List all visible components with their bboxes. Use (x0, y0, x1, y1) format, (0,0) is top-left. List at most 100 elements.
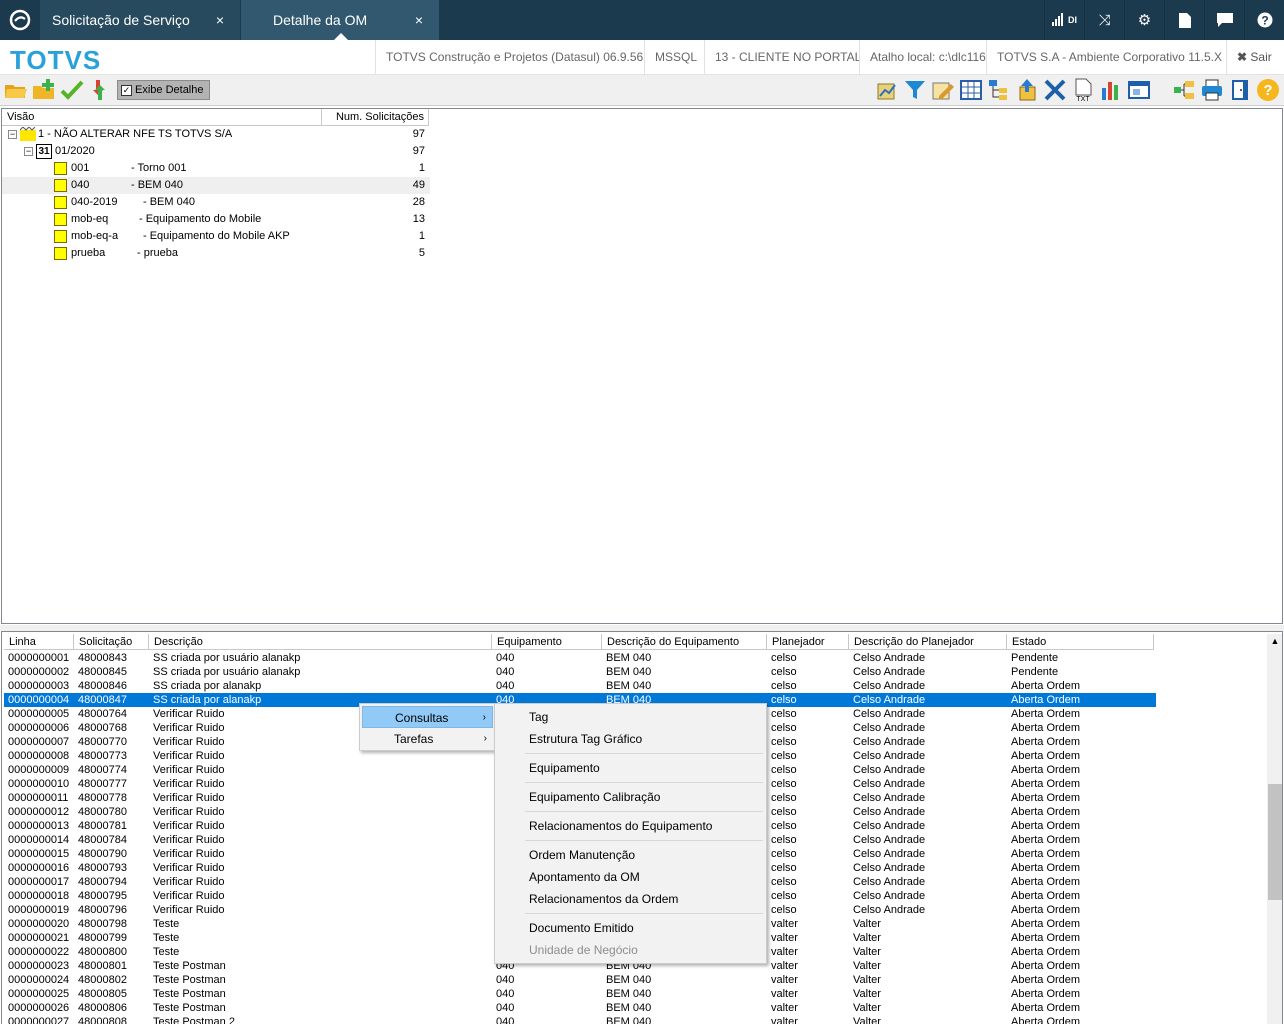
report-icon[interactable] (875, 78, 899, 102)
cell-descricao-planejador: Valter (853, 946, 881, 958)
column-header-estado[interactable]: Estado (1007, 634, 1154, 650)
cell-estado: Aberta Ordem (1011, 862, 1081, 874)
submenu-item[interactable]: Estrutura Tag Gráfico (497, 728, 764, 750)
tree-row[interactable]: mob-eq-a - Equipamento do Mobile AKP 1 (2, 228, 430, 245)
submenu-item[interactable]: Equipamento (497, 757, 764, 779)
column-header-descricao-planejador[interactable]: Descrição do Planejador (849, 634, 1007, 650)
chat-icon[interactable] (1204, 0, 1244, 40)
cell-solicitacao: 48000805 (78, 988, 127, 1000)
tree-row[interactable]: 040-2019 - BEM 040 28 (2, 194, 430, 211)
cell-estado: Aberta Ordem (1011, 988, 1081, 1000)
table-row[interactable]: 0000000026 48000806 Teste Postman 040 BEM 04… (4, 1001, 1156, 1015)
exit-door-icon[interactable] (1228, 78, 1252, 102)
column-header-visao[interactable]: Visão (2, 109, 322, 126)
sort-arrows-icon[interactable] (88, 78, 112, 102)
cell-estado: Aberta Ordem (1011, 820, 1081, 832)
table-row[interactable]: 0000000003 48000846 SS criada por alanakp 0… (4, 679, 1156, 693)
submenu-item[interactable]: Equipamento Calibração (497, 786, 764, 808)
tree-node-description: - BEM 040 (143, 196, 195, 208)
tree-structure-icon[interactable] (987, 78, 1011, 102)
submenu-item[interactable]: Relacionamentos da Ordem (497, 888, 764, 910)
cell-estado: Pendente (1011, 652, 1059, 664)
cell-estado: Aberta Ordem (1011, 834, 1081, 846)
table-row[interactable]: 0000000002 48000845 SS criada por usuário … (4, 665, 1156, 679)
edit-form-icon[interactable] (931, 78, 955, 102)
totvs-logo-icon[interactable] (0, 0, 40, 40)
export-upload-icon[interactable] (1015, 78, 1039, 102)
txt-export-icon[interactable]: TXT (1071, 78, 1095, 103)
hierarchy-icon[interactable] (1172, 78, 1196, 102)
submenu-item[interactable]: Tag (497, 706, 764, 728)
tab-label: Detalhe da OM (273, 12, 368, 28)
submenu-item[interactable]: Documento Emitido (497, 917, 764, 939)
column-header-num-solicitacoes[interactable]: Num. Solicitações (322, 109, 429, 126)
grid-table-icon[interactable] (959, 78, 983, 102)
cell-descricao: Verificar Ruido (153, 778, 225, 790)
table-row[interactable]: 0000000001 48000843 SS criada por usuário … (4, 651, 1156, 665)
tree-panel: Visão Num. Solicitações −1 - NÃO ALTERAR… (1, 108, 1283, 624)
cell-descricao-equipamento: BEM 040 (606, 680, 652, 692)
tab-label: Solicitação de Serviço (52, 12, 190, 28)
table-row[interactable]: 0000000027 48000808 Teste Postman 2 040 BEM … (4, 1015, 1156, 1024)
window-settings-icon[interactable] (1127, 78, 1151, 102)
close-icon[interactable]: × (415, 0, 423, 40)
help-icon[interactable]: ? (1244, 0, 1284, 40)
shuffle-icon[interactable]: ⤨ (1084, 0, 1124, 40)
column-header-linha[interactable]: Linha (4, 634, 74, 650)
gear-icon[interactable]: ⚙ (1124, 0, 1164, 40)
close-icon: ✖ (1237, 50, 1248, 64)
help-icon[interactable]: ? (1256, 78, 1280, 102)
close-icon[interactable]: × (216, 0, 224, 40)
tree-row[interactable]: 001 - Torno 001 1 (2, 160, 430, 177)
vertical-scrollbar[interactable]: ▲ (1267, 634, 1282, 1024)
submenu-item[interactable]: Ordem Manutenção (497, 844, 764, 866)
print-icon[interactable] (1200, 78, 1224, 102)
collapse-icon[interactable]: − (24, 147, 33, 156)
tree-row[interactable]: − 1 - NÃO ALTERAR NFE TS TOTVS S/A 97 (2, 126, 430, 143)
scroll-up-icon[interactable]: ▲ (1267, 634, 1282, 648)
table-row[interactable]: 0000000024 48000802 Teste Postman 040 BEM 04… (4, 973, 1156, 987)
scroll-thumb[interactable] (1268, 784, 1282, 900)
open-folder-icon[interactable] (4, 78, 28, 102)
company-icon (20, 127, 36, 141)
cell-estado: Aberta Ordem (1011, 876, 1081, 888)
svg-text:TXT: TXT (1076, 96, 1090, 102)
excel-export-icon[interactable] (1043, 78, 1067, 102)
tree-row[interactable]: mob-eq - Equipamento do Mobile 13 (2, 211, 430, 228)
menu-item-tarefas[interactable]: Tarefas › (362, 728, 493, 750)
toolbar: ✓ Exibe Detalhe TXT ? (0, 75, 1284, 106)
filter-icon[interactable] (903, 78, 927, 102)
collapse-icon[interactable]: − (8, 130, 17, 139)
cell-descricao-planejador: Celso Andrade (853, 904, 926, 916)
cell-solicitacao: 48000846 (78, 680, 127, 692)
checkbox-check-icon: ✓ (121, 85, 132, 96)
logout-button[interactable]: ✖ Sair (1226, 40, 1284, 75)
document-icon[interactable] (1164, 0, 1204, 40)
menu-item-consultas[interactable]: Consultas › (362, 706, 493, 728)
column-header-descricao[interactable]: Descrição (149, 634, 492, 650)
tree-row[interactable]: 040 - BEM 040 49 (2, 177, 430, 194)
column-header-solicitacao[interactable]: Solicitação (74, 634, 149, 650)
cell-equipamento: 040 (496, 680, 515, 692)
cell-planejador: celso (771, 722, 797, 734)
cell-planejador: valter (771, 946, 798, 958)
tab-solicitacao-servico[interactable]: Solicitação de Serviço × (40, 0, 240, 40)
cell-planejador: celso (771, 666, 797, 678)
cell-linha: 0000000022 (8, 946, 70, 958)
submenu-item[interactable]: Relacionamentos do Equipamento (497, 815, 764, 837)
exibe-detalhe-checkbox[interactable]: ✓ Exibe Detalhe (117, 80, 210, 100)
tab-detalhe-om[interactable]: Detalhe da OM × (241, 0, 439, 40)
bar-chart-icon[interactable] (1099, 78, 1123, 102)
table-row[interactable]: 0000000025 48000805 Teste Postman 040 BEM 04… (4, 987, 1156, 1001)
new-folder-icon[interactable] (32, 78, 56, 102)
signal-icon[interactable]: DI (1044, 0, 1084, 40)
column-header-equipamento[interactable]: Equipamento (492, 634, 602, 650)
cell-linha: 0000000010 (8, 778, 70, 790)
tree-row[interactable]: prueba - prueba 5 (2, 245, 430, 262)
confirm-check-icon[interactable] (60, 78, 84, 102)
column-header-descricao-equipamento[interactable]: Descrição do Equipamento (602, 634, 767, 650)
tree-row[interactable]: −31 01/2020 97 (2, 143, 430, 160)
cell-planejador: celso (771, 904, 797, 916)
column-header-planejador[interactable]: Planejador (767, 634, 849, 650)
submenu-item[interactable]: Apontamento da OM (497, 866, 764, 888)
